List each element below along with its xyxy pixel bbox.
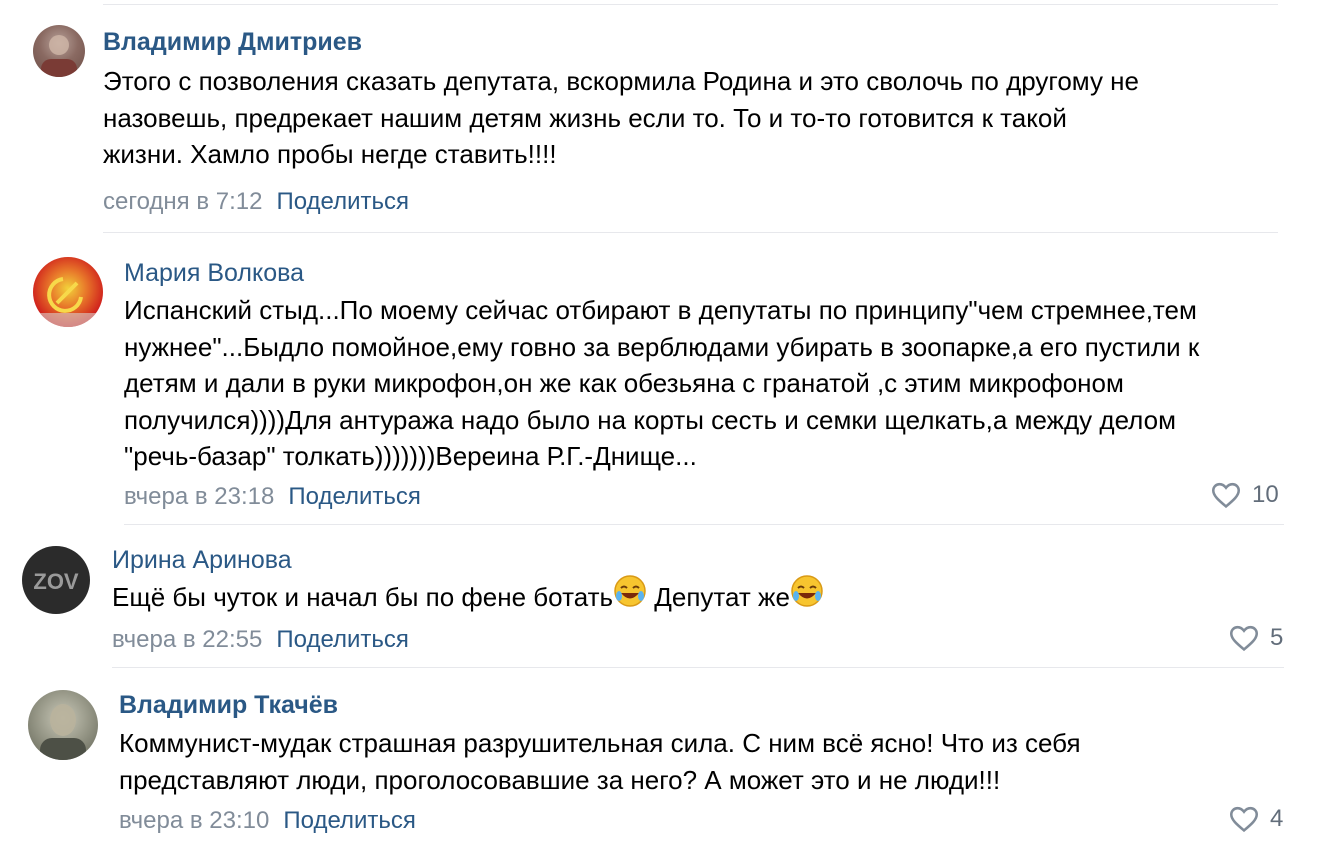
heart-outline-icon bbox=[1229, 625, 1259, 652]
comment-date[interactable]: вчера в 23:18 bbox=[124, 483, 274, 510]
text-line: "речь-базар" толкать)))))))Вереина Р.Г.-… bbox=[124, 441, 697, 471]
like-button[interactable]: 5 bbox=[1228, 624, 1283, 652]
heart-outline-icon bbox=[1229, 806, 1259, 833]
text-part: Ещё бы чуток и начал бы по фене ботать bbox=[112, 582, 614, 612]
divider bbox=[124, 524, 1284, 525]
share-button[interactable]: Поделиться bbox=[283, 807, 416, 834]
share-button[interactable]: Поделиться bbox=[288, 483, 421, 510]
avatar-photo-icon bbox=[40, 704, 86, 760]
heart-outline-icon bbox=[1211, 482, 1241, 509]
author-name[interactable]: Владимир Дмитриев bbox=[103, 28, 362, 57]
comment-meta: вчера в 22:55 Поделиться bbox=[112, 626, 409, 654]
comment-text: Этого с позволения сказать депутата, вск… bbox=[103, 63, 1303, 173]
text-line: Испанский стыд...По моему сейчас отбираю… bbox=[124, 295, 1197, 325]
like-count: 10 bbox=[1252, 481, 1279, 508]
text-line: назовешь, предрекает нашим детям жизнь е… bbox=[103, 102, 1067, 133]
avatar[interactable]: ZOV bbox=[22, 546, 90, 614]
text-part: Депутат же bbox=[647, 582, 790, 612]
divider bbox=[112, 667, 1284, 668]
laughing-emoji-icon bbox=[790, 574, 824, 618]
divider-top bbox=[103, 4, 1278, 5]
laughing-emoji-icon bbox=[613, 574, 647, 618]
like-button[interactable]: 4 bbox=[1228, 805, 1283, 833]
text-line: Коммунист-мудак страшная разрушительная … bbox=[119, 728, 1081, 758]
text-line: детям и дали в руки микрофон,он же как о… bbox=[124, 368, 1124, 398]
comment-text: Испанский стыд...По моему сейчас отбираю… bbox=[124, 292, 1304, 475]
avatar[interactable] bbox=[33, 257, 103, 327]
divider bbox=[103, 232, 1278, 233]
comment-text: Коммунист-мудак страшная разрушительная … bbox=[119, 725, 1299, 798]
text-line: получился))))Для антуража надо было на к… bbox=[124, 404, 1176, 435]
avatar[interactable] bbox=[28, 690, 98, 760]
author-name[interactable]: Владимир Ткачёв bbox=[119, 691, 338, 720]
share-button[interactable]: Поделиться bbox=[276, 626, 409, 653]
comment-meta: вчера в 23:18 Поделиться bbox=[124, 483, 421, 511]
like-button[interactable]: 10 bbox=[1210, 481, 1279, 509]
share-button[interactable]: Поделиться bbox=[276, 188, 409, 215]
avatar-photo-icon bbox=[41, 35, 77, 77]
text-line: Этого с позволения сказать депутата, вск… bbox=[103, 66, 1140, 96]
like-count: 5 bbox=[1270, 624, 1284, 651]
author-name[interactable]: Мария Волкова bbox=[124, 259, 304, 288]
comment-meta: сегодня в 7:12 Поделиться bbox=[103, 188, 409, 216]
zov-badge-icon: ZOV bbox=[33, 569, 79, 594]
text-line: нужнее"...Быдло помойное,ему говно за ве… bbox=[124, 331, 1200, 362]
badge-text: ZOV bbox=[33, 569, 79, 594]
like-count: 4 bbox=[1270, 805, 1284, 832]
comment-date[interactable]: сегодня в 7:12 bbox=[103, 188, 262, 215]
comment-date[interactable]: вчера в 23:10 bbox=[119, 807, 269, 834]
author-name[interactable]: Ирина Аринова bbox=[112, 546, 292, 575]
text-line: представляют люди, проголосовавшие за не… bbox=[119, 764, 1001, 795]
avatar[interactable] bbox=[33, 25, 85, 77]
comment-text: Ещё бы чуток и начал бы по фене ботать Д… bbox=[112, 575, 1112, 618]
comment-meta: вчера в 23:10 Поделиться bbox=[119, 807, 416, 835]
text-line: жизни. Хамло пробы негде ставить!!!! bbox=[103, 139, 557, 169]
hammer-sickle-icon bbox=[33, 277, 103, 327]
comment-date[interactable]: вчера в 22:55 bbox=[112, 626, 262, 653]
